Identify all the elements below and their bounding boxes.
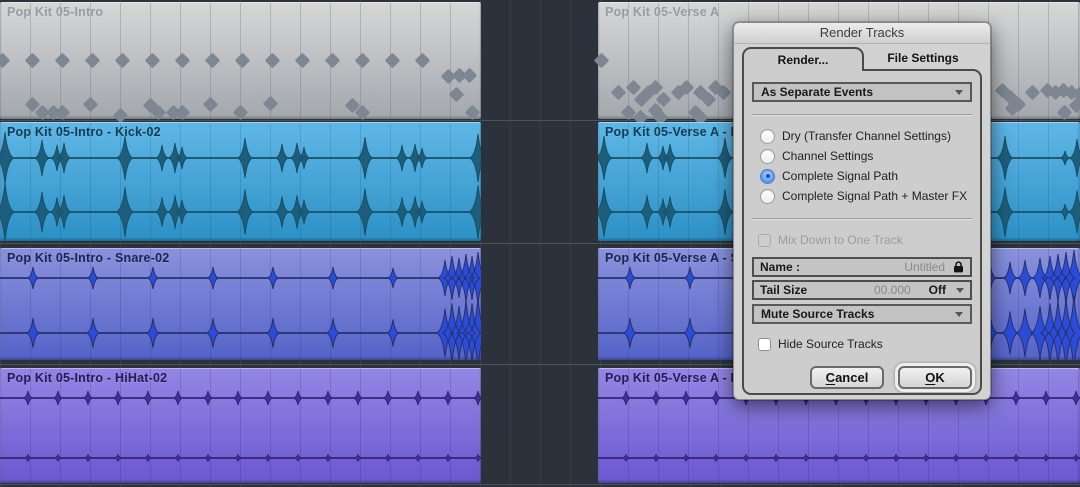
midi-note-diamond bbox=[174, 104, 190, 120]
midi-note-diamond bbox=[625, 79, 641, 95]
midi-note-diamond bbox=[202, 96, 218, 112]
checkbox-icon bbox=[758, 233, 771, 247]
midi-note-diamond bbox=[448, 86, 464, 102]
audio-clip[interactable]: Pop Kit 05-Intro - Snare-02 bbox=[0, 248, 481, 360]
waveform bbox=[0, 390, 481, 463]
tab-render-label: Render... bbox=[777, 53, 829, 67]
midi-note-diamond bbox=[204, 52, 220, 68]
chevron-down-icon bbox=[955, 89, 963, 95]
separator bbox=[752, 114, 972, 115]
render-mode-select[interactable]: As Separate Events bbox=[752, 82, 972, 102]
dialog-tabstrip: Render... File Settings bbox=[742, 47, 982, 71]
mix-down-label: Mix Down to One Track bbox=[778, 233, 903, 247]
ok-label: OK bbox=[925, 370, 945, 385]
midi-note-diamond bbox=[262, 95, 278, 111]
dialog-buttons: Cancel OK bbox=[752, 366, 972, 389]
midi-note-diamond bbox=[464, 104, 480, 120]
midi-note-diamond bbox=[461, 67, 477, 83]
midi-note-diamond bbox=[1024, 84, 1040, 100]
chevron-down-icon bbox=[955, 311, 963, 317]
audio-clip[interactable]: Pop Kit 05-Intro - HiHat-02 bbox=[0, 368, 481, 483]
mute-source-tracks-select[interactable]: Mute Source Tracks bbox=[752, 304, 972, 324]
midi-note-diamond bbox=[174, 52, 190, 68]
name-label: Name : bbox=[760, 260, 801, 274]
clip-label: Pop Kit 05-Verse A - K bbox=[605, 125, 740, 139]
radio-icon bbox=[760, 188, 775, 204]
lock-icon[interactable] bbox=[953, 261, 964, 273]
midi-note-diamond bbox=[610, 84, 626, 100]
clip-label: Pop Kit 05-Verse A - H bbox=[605, 371, 740, 385]
hide-source-tracks-checkbox[interactable]: Hide Source Tracks bbox=[758, 336, 980, 352]
clip-label: Pop Kit 05-Intro - Snare-02 bbox=[7, 251, 170, 265]
radio-label: Complete Signal Path bbox=[782, 169, 899, 183]
audio-clip[interactable]: Pop Kit 05-Intro - Kick-02 bbox=[0, 122, 481, 241]
midi-note-diamond bbox=[232, 104, 248, 120]
midi-clip[interactable]: Pop Kit 05-Intro bbox=[0, 2, 481, 123]
radio-complete-signal-path-master-fx[interactable]: Complete Signal Path + Master FX bbox=[744, 186, 980, 206]
dialog-title-bar[interactable]: Render Tracks bbox=[734, 23, 990, 44]
radio-icon bbox=[760, 128, 775, 144]
clip-label: Pop Kit 05-Verse A - S bbox=[605, 251, 740, 265]
hide-source-label: Hide Source Tracks bbox=[778, 337, 883, 351]
tail-size-label: Tail Size bbox=[760, 283, 808, 297]
chevron-down-icon bbox=[956, 287, 964, 293]
radio-complete-signal-path[interactable]: Complete Signal Path bbox=[744, 166, 980, 186]
track-row-separator bbox=[0, 484, 1080, 485]
clip-label: Pop Kit 05-Verse A bbox=[605, 5, 720, 19]
midi-note-diamond bbox=[384, 52, 400, 68]
radio-label: Complete Signal Path + Master FX bbox=[782, 189, 968, 203]
signal-path-options: Dry (Transfer Channel Settings) Channel … bbox=[744, 126, 980, 206]
cancel-label: Cancel bbox=[825, 370, 869, 385]
ok-button[interactable]: OK bbox=[898, 366, 972, 389]
midi-note-diamond bbox=[82, 96, 98, 112]
mute-source-value: Mute Source Tracks bbox=[761, 307, 875, 321]
midi-note-diamond bbox=[144, 52, 160, 68]
midi-note-diamond bbox=[264, 52, 280, 68]
midi-note-diamond bbox=[324, 52, 340, 68]
midi-note-diamond bbox=[414, 52, 430, 68]
radio-label: Dry (Transfer Channel Settings) bbox=[782, 129, 951, 143]
separator bbox=[752, 218, 972, 219]
clip-label: Pop Kit 05-Intro - HiHat-02 bbox=[7, 371, 168, 385]
waveform bbox=[0, 131, 481, 241]
checkbox-icon bbox=[758, 337, 771, 351]
clip-label: Pop Kit 05-Intro - Kick-02 bbox=[7, 125, 161, 139]
render-tracks-dialog: Render Tracks Render... File Settings As… bbox=[733, 22, 991, 400]
midi-note-diamond bbox=[24, 52, 40, 68]
midi-note-diamond bbox=[84, 52, 100, 68]
midi-note-diamond bbox=[54, 104, 70, 120]
midi-note-diamond bbox=[354, 52, 370, 68]
tab-render[interactable]: Render... bbox=[742, 47, 864, 71]
render-tab-panel: As Separate Events Dry (Transfer Channel… bbox=[742, 69, 982, 395]
midi-note-diamond bbox=[294, 52, 310, 68]
radio-dry[interactable]: Dry (Transfer Channel Settings) bbox=[744, 126, 980, 146]
midi-note-diamond bbox=[234, 52, 250, 68]
radio-label: Channel Settings bbox=[782, 149, 874, 163]
midi-note-diamond bbox=[54, 52, 70, 68]
tab-file-settings-label: File Settings bbox=[887, 51, 959, 65]
cancel-button[interactable]: Cancel bbox=[810, 366, 884, 389]
midi-note-diamond bbox=[114, 52, 130, 68]
tail-size-field[interactable]: Tail Size 00.000 Off bbox=[752, 280, 972, 300]
arrange-view: { "palettes": { "midi": {"top":"#d7d7d7"… bbox=[0, 0, 1080, 487]
radio-icon bbox=[760, 168, 775, 184]
dialog-title: Render Tracks bbox=[819, 25, 905, 40]
mix-down-checkbox[interactable]: Mix Down to One Track bbox=[758, 232, 980, 248]
render-mode-value: As Separate Events bbox=[761, 85, 874, 99]
tab-file-settings[interactable]: File Settings bbox=[864, 47, 982, 69]
midi-note-diamond bbox=[0, 52, 10, 68]
radio-channel-settings[interactable]: Channel Settings bbox=[744, 146, 980, 166]
name-value: Untitled bbox=[904, 260, 945, 274]
tail-size-value: 00.000 bbox=[873, 283, 911, 297]
radio-icon bbox=[760, 148, 775, 164]
name-field[interactable]: Name : Untitled bbox=[752, 257, 972, 277]
tail-size-mode: Off bbox=[928, 283, 946, 297]
clip-label: Pop Kit 05-Intro bbox=[7, 5, 104, 19]
